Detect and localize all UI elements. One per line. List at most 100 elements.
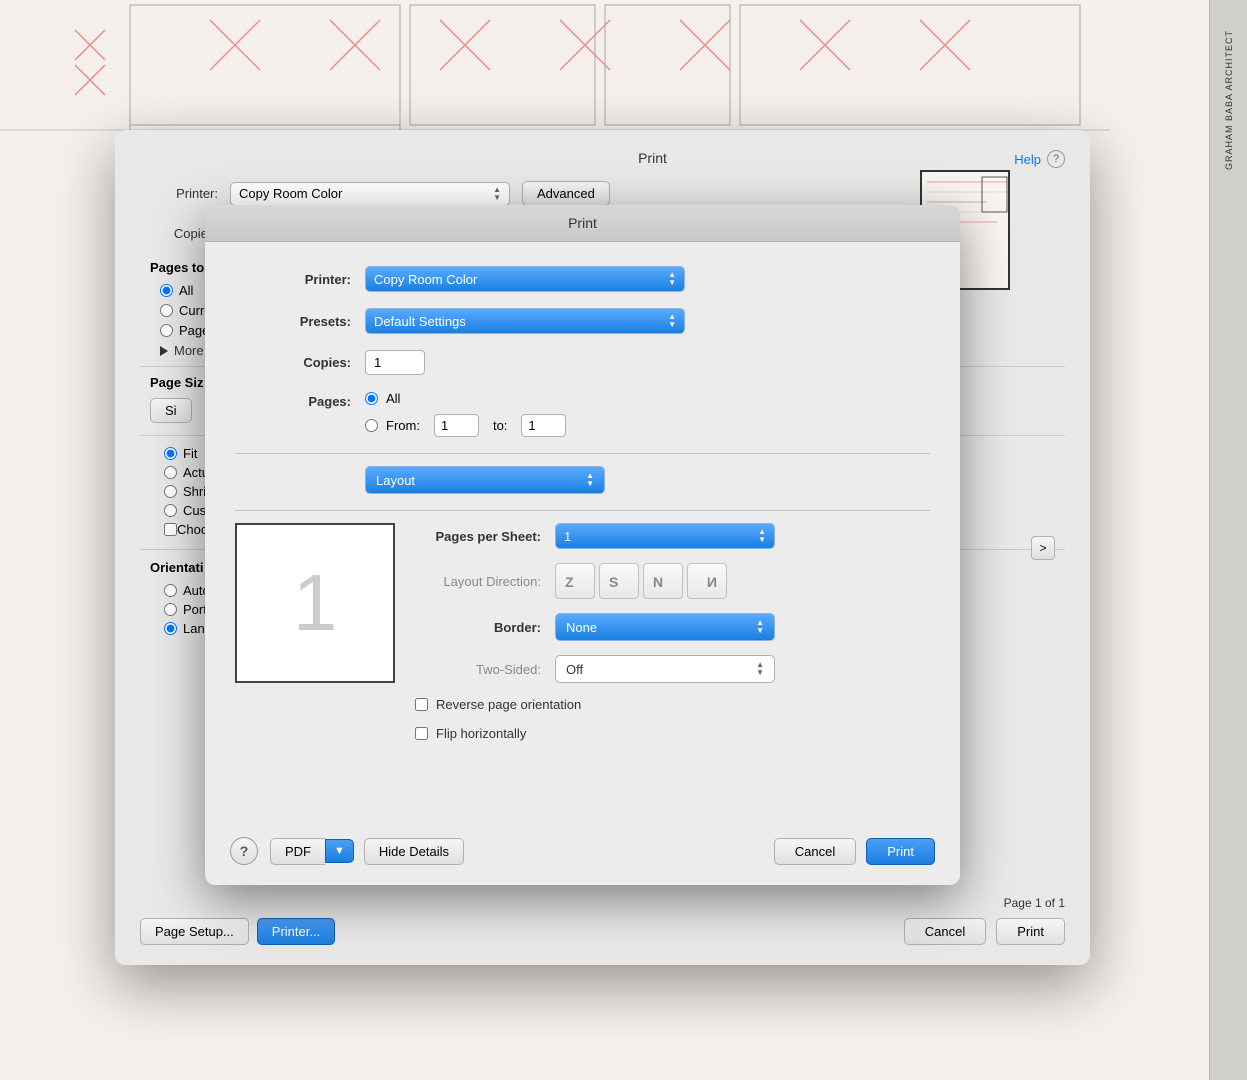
- two-sided-label: Two-Sided:: [415, 662, 555, 677]
- all-label-inner: All: [386, 391, 400, 406]
- two-sided-arrows: ▲ ▼: [756, 661, 764, 677]
- help-icon: ?: [1047, 150, 1065, 168]
- pages-per-sheet-select[interactable]: 1 ▲ ▼: [555, 523, 775, 549]
- auto-radio[interactable]: [164, 584, 177, 597]
- from-input[interactable]: [434, 414, 479, 437]
- custom-radio[interactable]: [164, 504, 177, 517]
- svg-text:N: N: [653, 574, 663, 590]
- svg-text:S: S: [609, 574, 618, 590]
- flip-label: Flip horizontally: [436, 726, 526, 741]
- shrink-radio[interactable]: [164, 485, 177, 498]
- copies-row-inner: Copies:: [235, 350, 930, 375]
- advanced-button[interactable]: Advanced: [522, 181, 610, 206]
- pages-all-row: All: [365, 391, 566, 406]
- choose-checkbox[interactable]: [164, 523, 177, 536]
- pages-per-sheet-label: Pages per Sheet:: [415, 529, 555, 544]
- inner-divider-1: [235, 453, 930, 454]
- current-radio-outer[interactable]: [160, 304, 173, 317]
- outer-bottom-left: Page Setup... Printer...: [140, 918, 335, 945]
- more-label: More: [174, 343, 204, 358]
- border-arrows: ▲ ▼: [756, 619, 764, 635]
- pages-radio-outer[interactable]: [160, 324, 173, 337]
- layout-select[interactable]: Layout ▲ ▼: [365, 466, 605, 494]
- pdf-main-button[interactable]: PDF: [270, 838, 325, 865]
- page-count: Page 1 of 1: [1004, 896, 1065, 910]
- pps-arrows: ▲ ▼: [758, 528, 766, 544]
- help-link[interactable]: Help ?: [1014, 150, 1065, 168]
- reverse-orientation-row: Reverse page orientation: [415, 697, 930, 712]
- reverse-label: Reverse page orientation: [436, 697, 581, 712]
- printer-arrows: ▲ ▼: [668, 271, 676, 287]
- layout-direction-buttons: Z S N: [555, 563, 727, 599]
- pages-per-sheet-value: 1: [564, 529, 571, 544]
- more-triangle: [160, 346, 168, 356]
- help-label: Help: [1014, 152, 1041, 167]
- cancel-button-outer[interactable]: Cancel: [904, 918, 986, 945]
- inner-divider-2: [235, 510, 930, 511]
- preview-box: 1: [235, 523, 395, 683]
- outer-dialog-title: Print: [240, 150, 1065, 166]
- presets-arrows: ▲ ▼: [668, 313, 676, 329]
- flip-checkbox[interactable]: [415, 727, 428, 740]
- all-label-outer: All: [179, 283, 193, 298]
- to-label: to:: [493, 418, 507, 433]
- print-button-inner[interactable]: Print: [866, 838, 935, 865]
- inner-print-dialog: Print Printer: Copy Room Color ▲ ▼ Prese…: [205, 205, 960, 885]
- help-button-inner[interactable]: ?: [230, 837, 258, 865]
- svg-text:N: N: [707, 574, 717, 590]
- pdf-arrow-button[interactable]: ▼: [325, 839, 354, 863]
- from-radio-inner[interactable]: [365, 419, 378, 432]
- printer-row-inner: Printer: Copy Room Color ▲ ▼: [235, 266, 930, 292]
- print-button-outer[interactable]: Print: [996, 918, 1065, 945]
- layout-dir-btn-n1[interactable]: N: [643, 563, 683, 599]
- layout-direction-label: Layout Direction:: [415, 574, 555, 589]
- outer-bottom-right: Cancel Print: [904, 918, 1065, 945]
- two-sided-select[interactable]: Off ▲ ▼: [555, 655, 775, 683]
- layout-dir-btn-s[interactable]: S: [599, 563, 639, 599]
- outer-bottom-bar: Page Setup... Printer... Cancel Print: [115, 918, 1090, 945]
- fit-label: Fit: [183, 446, 197, 461]
- presets-select[interactable]: Default Settings ▲ ▼: [365, 308, 685, 334]
- fit-radio[interactable]: [164, 447, 177, 460]
- to-input[interactable]: [521, 414, 566, 437]
- copies-input-inner[interactable]: [365, 350, 425, 375]
- inner-bottom-left: ? PDF ▼ Hide Details: [230, 837, 464, 865]
- options-area: Pages per Sheet: 1 ▲ ▼ Layout Direction:: [415, 523, 930, 741]
- layout-dir-btn-z[interactable]: Z: [555, 563, 595, 599]
- actual-radio[interactable]: [164, 466, 177, 479]
- all-radio-inner[interactable]: [365, 392, 378, 405]
- printer-label: Printer:: [140, 186, 230, 201]
- inner-dialog-content: Printer: Copy Room Color ▲ ▼ Presets: De…: [205, 242, 960, 765]
- page-setup-button[interactable]: Page Setup...: [140, 918, 249, 945]
- inner-dialog-title: Print: [205, 205, 960, 242]
- printer-button[interactable]: Printer...: [257, 918, 335, 945]
- printer-label-inner: Printer:: [235, 272, 365, 287]
- border-select[interactable]: None ▲ ▼: [555, 613, 775, 641]
- flip-horizontally-row: Flip horizontally: [415, 726, 930, 741]
- presets-label: Presets:: [235, 314, 365, 329]
- reverse-checkbox[interactable]: [415, 698, 428, 711]
- border-row: Border: None ▲ ▼: [415, 613, 930, 641]
- border-label: Border:: [415, 620, 555, 635]
- inner-bottom-bar: ? PDF ▼ Hide Details Cancel Print: [205, 837, 960, 865]
- layout-direction-row: Layout Direction: Z S: [415, 563, 930, 599]
- two-sided-value: Off: [566, 662, 583, 677]
- pages-row-inner: Pages: All From: to:: [235, 391, 930, 437]
- portrait-radio[interactable]: [164, 603, 177, 616]
- printer-select-inner[interactable]: Copy Room Color ▲ ▼: [365, 266, 685, 292]
- hide-details-button[interactable]: Hide Details: [364, 838, 464, 865]
- nav-arrow-right[interactable]: >: [1031, 536, 1055, 560]
- layout-row: Layout ▲ ▼: [235, 466, 930, 494]
- cancel-button-inner[interactable]: Cancel: [774, 838, 856, 865]
- right-sidebar: GRAHAM BABA ARCHITECT: [1209, 0, 1247, 1080]
- preview-number: 1: [293, 557, 338, 649]
- layout-arrows: ▲ ▼: [586, 472, 594, 488]
- layout-dir-btn-n2[interactable]: N: [687, 563, 727, 599]
- all-radio-outer[interactable]: [160, 284, 173, 297]
- pdf-btn-group: PDF ▼: [270, 838, 354, 865]
- landscape-radio[interactable]: [164, 622, 177, 635]
- size-button[interactable]: Si: [150, 398, 192, 423]
- printer-select[interactable]: Copy Room Color ▲ ▼: [230, 182, 510, 206]
- pages-per-sheet-row: Pages per Sheet: 1 ▲ ▼: [415, 523, 930, 549]
- layout-value: Layout: [376, 473, 415, 488]
